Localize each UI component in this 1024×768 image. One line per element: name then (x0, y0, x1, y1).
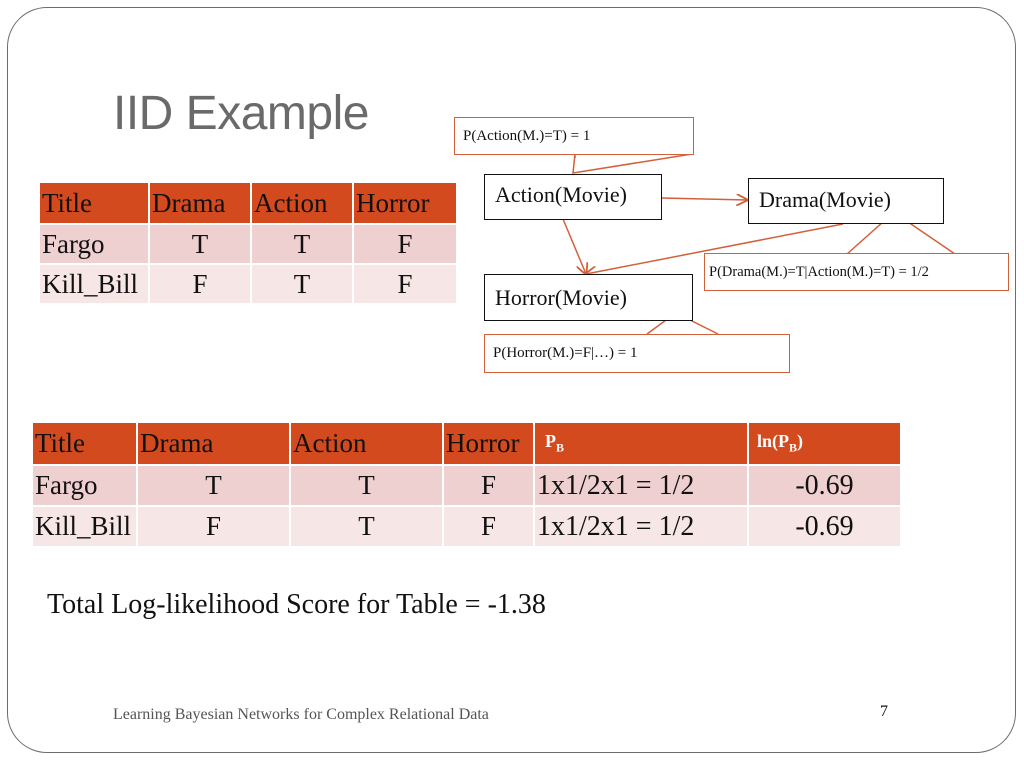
cell-horror: F (444, 466, 533, 505)
cell-ln-pb: -0.69 (749, 507, 900, 546)
node-label: Drama(Movie) (759, 187, 891, 212)
lnpb-sub: B (789, 440, 798, 455)
header-drama: Drama (138, 423, 289, 464)
table-row: Fargo T T F 1x1/2x1 = 1/2 -0.69 (33, 466, 900, 505)
cell-title: Fargo (33, 466, 136, 505)
cell-pb: 1x1/2x1 = 1/2 (535, 507, 747, 546)
edge-action-horror (562, 218, 586, 274)
cell-drama: F (138, 507, 289, 546)
callout-drama-text: P(Drama(M.)=T|Action(M.)=T) = 1/2 (709, 263, 929, 280)
table-row: Kill_Bill F T F 1x1/2x1 = 1/2 -0.69 (33, 507, 900, 546)
table-header-row: Title Drama Action Horror PB ln(PB) (33, 423, 900, 464)
cell-horror: F (444, 507, 533, 546)
callout-horror-text: P(Horror(M.)=F|…) = 1 (493, 345, 638, 361)
cell-action: T (291, 466, 442, 505)
cell-action: T (291, 507, 442, 546)
cell-title: Kill_Bill (33, 507, 136, 546)
cell-drama: T (138, 466, 289, 505)
lnpb-post: ) (797, 431, 804, 452)
node-label: Horror(Movie) (495, 285, 627, 310)
pb-sub: B (556, 440, 565, 455)
cell-pb: 1x1/2x1 = 1/2 (535, 466, 747, 505)
header-pb: PB (535, 423, 747, 464)
callout-horror-prob: P(Horror(M.)=F|…) = 1 (484, 334, 790, 373)
callout-tail-action (572, 153, 693, 174)
node-action-movie: Action(Movie) (484, 174, 662, 220)
header-ln-pb: ln(PB) (749, 423, 900, 464)
likelihood-table: Title Drama Action Horror PB ln(PB) Farg… (31, 421, 902, 548)
callout-drama-prob: P(Drama(M.)=T|Action(M.)=T) = 1/2 (704, 253, 1009, 291)
diagram-edges (562, 153, 956, 335)
callout-tail-drama (846, 221, 956, 255)
header-title: Title (33, 423, 136, 464)
callout-action-prob: P(Action(M.)=T) = 1 (454, 117, 694, 155)
header-action: Action (291, 423, 442, 464)
node-label: Action(Movie) (495, 182, 627, 207)
callout-tail-horror (646, 319, 719, 335)
header-horror: Horror (444, 423, 533, 464)
slide-footer: Learning Bayesian Networks for Complex R… (113, 706, 489, 723)
cell-ln-pb: -0.69 (749, 466, 900, 505)
edge-action-drama (661, 198, 747, 200)
node-horror-movie: Horror(Movie) (484, 274, 693, 321)
pb-main: P (545, 431, 556, 452)
total-score: Total Log-likelihood Score for Table = -… (47, 589, 546, 620)
node-drama-movie: Drama(Movie) (748, 178, 944, 224)
page-number: 7 (880, 703, 888, 720)
lnpb-pre: ln(P (757, 431, 790, 452)
callout-action-text: P(Action(M.)=T) = 1 (463, 127, 591, 144)
